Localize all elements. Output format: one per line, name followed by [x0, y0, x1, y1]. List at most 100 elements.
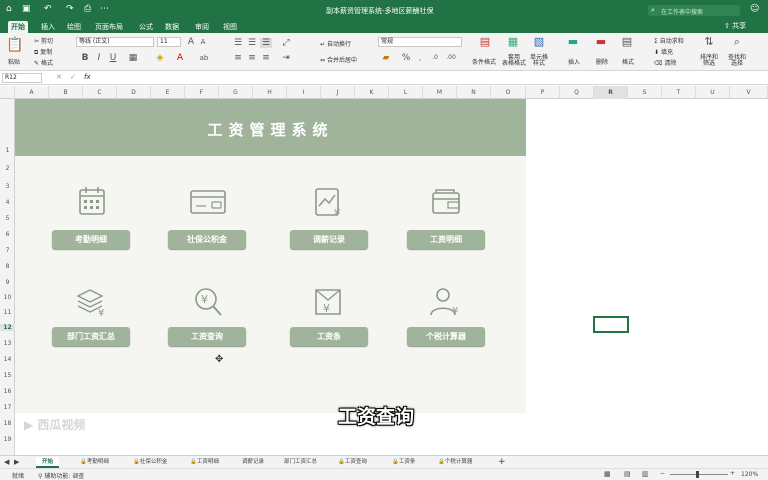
align-middle-icon[interactable]: ☰ — [246, 38, 258, 48]
cell-styles-label[interactable]: 单元格 样式 — [530, 55, 548, 67]
insert-cells-icon[interactable]: ▬ — [566, 36, 580, 47]
column-header[interactable]: U — [696, 86, 730, 99]
print-icon[interactable]: ⎙ — [84, 4, 91, 14]
row-header[interactable]: 16 — [0, 388, 15, 395]
column-header[interactable]: B — [49, 86, 83, 99]
column-header[interactable]: T — [662, 86, 696, 99]
sort-filter-icon[interactable]: ⇅ — [702, 36, 716, 47]
page-break-icon[interactable]: ▥ — [642, 470, 649, 478]
more-icon[interactable]: ⋯ — [100, 4, 109, 14]
calendar-icon[interactable] — [72, 184, 112, 220]
find-select-icon[interactable]: ⌕ — [730, 36, 744, 47]
row-header[interactable]: 10 — [0, 294, 15, 301]
clear-button[interactable]: ⌫ 清除 — [654, 58, 676, 67]
align-left-icon[interactable]: ≡ — [232, 53, 244, 63]
table-format-icon[interactable]: ▦ — [506, 36, 520, 47]
row-header[interactable]: 9 — [0, 279, 15, 286]
row-header[interactable]: 7 — [0, 247, 15, 254]
column-header[interactable]: A — [15, 86, 49, 99]
zoom-level[interactable]: 120% — [741, 471, 758, 478]
wallet-icon[interactable] — [426, 184, 466, 220]
account-icon[interactable]: ☺ — [750, 4, 759, 14]
next-sheet-icon[interactable]: ▶ — [14, 457, 19, 468]
fill-button[interactable]: ⬇ 填充 — [654, 47, 673, 56]
row-header[interactable]: 1 — [0, 147, 15, 154]
font-size-select[interactable]: 11 — [157, 37, 181, 47]
cell-styles-icon[interactable]: ▧ — [532, 36, 546, 47]
row-header[interactable]: 3 — [0, 183, 15, 190]
undo-icon[interactable]: ↶ — [44, 4, 52, 14]
sheet-tab-department-summary[interactable]: 部门工资汇总 — [284, 457, 317, 468]
fx-label[interactable]: fx — [84, 73, 91, 81]
sheet-tab-pay-slip[interactable]: 🔒工资条 — [392, 457, 415, 468]
increase-decimal-icon[interactable]: .0 — [428, 53, 442, 63]
column-header[interactable]: L — [389, 86, 423, 99]
row-header[interactable]: 15 — [0, 372, 15, 379]
tab-review[interactable]: 审阅 — [192, 21, 212, 33]
row-header[interactable]: 13 — [0, 340, 15, 347]
column-header[interactable]: O — [491, 86, 526, 99]
column-header[interactable]: M — [423, 86, 457, 99]
tab-page-layout[interactable]: 页面布局 — [92, 21, 126, 33]
normal-view-icon[interactable]: ▦ — [604, 470, 611, 478]
bold-button[interactable]: B — [80, 53, 90, 63]
row-header[interactable]: 6 — [0, 231, 15, 238]
column-header[interactable]: V — [730, 86, 768, 99]
indent-icon[interactable]: ⇥ — [280, 53, 292, 63]
autosum-button[interactable]: Σ 自动求和 — [654, 36, 684, 45]
font-color-icon[interactable]: A — [174, 53, 186, 63]
sheet-tab-attendance[interactable]: 🔒考勤明细 — [80, 457, 109, 468]
delete-cells-icon[interactable]: ▬ — [594, 36, 608, 47]
salary-chart-icon[interactable]: ¥ — [308, 184, 348, 220]
tab-insert[interactable]: 插入 — [38, 21, 58, 33]
tab-draw[interactable]: 绘图 — [64, 21, 84, 33]
cut-button[interactable]: ✂ 剪切 — [34, 36, 53, 45]
paste-icon[interactable]: 📋 — [6, 37, 23, 53]
social-security-button[interactable]: 社保公积金 — [168, 230, 246, 249]
format-cells-icon[interactable]: ▤ — [620, 36, 634, 47]
percent-icon[interactable]: % — [400, 53, 412, 63]
conditional-format-icon[interactable]: ▤ — [478, 36, 492, 47]
decrease-font-icon[interactable]: A — [198, 37, 208, 47]
zoom-slider-thumb[interactable] — [696, 471, 699, 478]
column-header[interactable]: G — [219, 86, 253, 99]
sheet-tab-salary-query[interactable]: 🔒工资查询 — [338, 457, 367, 468]
name-box[interactable]: R12 — [2, 73, 42, 83]
row-header[interactable]: 11 — [0, 309, 15, 316]
add-sheet-icon[interactable]: + — [498, 457, 506, 468]
row-header[interactable]: 18 — [0, 420, 15, 427]
cancel-icon[interactable]: ✕ — [56, 73, 62, 81]
sheet-tab-tax-calculator[interactable]: 🔒个税计算器 — [438, 457, 472, 468]
accessibility-status[interactable]: ⚲ 辅助功能: 调查 — [38, 471, 84, 480]
conditional-format-label[interactable]: 条件格式 — [472, 57, 496, 66]
pay-slip-icon[interactable]: ¥ — [308, 284, 348, 320]
italic-button[interactable]: I — [94, 53, 104, 63]
column-header[interactable]: F — [185, 86, 219, 99]
selected-cell[interactable] — [593, 316, 629, 333]
column-header[interactable]: Q — [560, 86, 594, 99]
person-yen-icon[interactable]: ¥ — [426, 284, 466, 320]
sheet-tab-start[interactable]: 开始 — [36, 457, 60, 468]
column-header[interactable]: E — [151, 86, 185, 99]
column-header[interactable]: D — [117, 86, 151, 99]
number-format-select[interactable]: 常规 — [378, 37, 462, 47]
sheet-tab-salary-adjustment[interactable]: 调薪记录 — [242, 457, 264, 468]
column-header[interactable]: K — [355, 86, 389, 99]
tax-calculator-button[interactable]: 个税计算器 — [407, 327, 485, 346]
select-all-corner[interactable] — [0, 86, 15, 99]
sheet-tab-salary-detail[interactable]: 🔒工资明细 — [190, 457, 219, 468]
zoom-in-icon[interactable]: + — [730, 470, 735, 477]
underline-button[interactable]: U — [108, 53, 118, 63]
card-icon[interactable] — [188, 184, 228, 220]
column-header[interactable]: S — [628, 86, 662, 99]
department-summary-button[interactable]: 部门工资汇总 — [52, 327, 130, 346]
currency-icon[interactable]: ▰ — [380, 53, 392, 63]
align-center-icon[interactable]: ≡ — [246, 53, 258, 63]
zoom-out-icon[interactable]: − — [660, 470, 665, 477]
row-header[interactable]: 4 — [0, 199, 15, 206]
tab-view[interactable]: 视图 — [220, 21, 240, 33]
sheet-tab-social-security[interactable]: 🔒社保公积金 — [133, 457, 167, 468]
column-header[interactable]: I — [287, 86, 321, 99]
delete-label[interactable]: 删除 — [596, 57, 608, 66]
formula-input[interactable] — [100, 73, 760, 83]
